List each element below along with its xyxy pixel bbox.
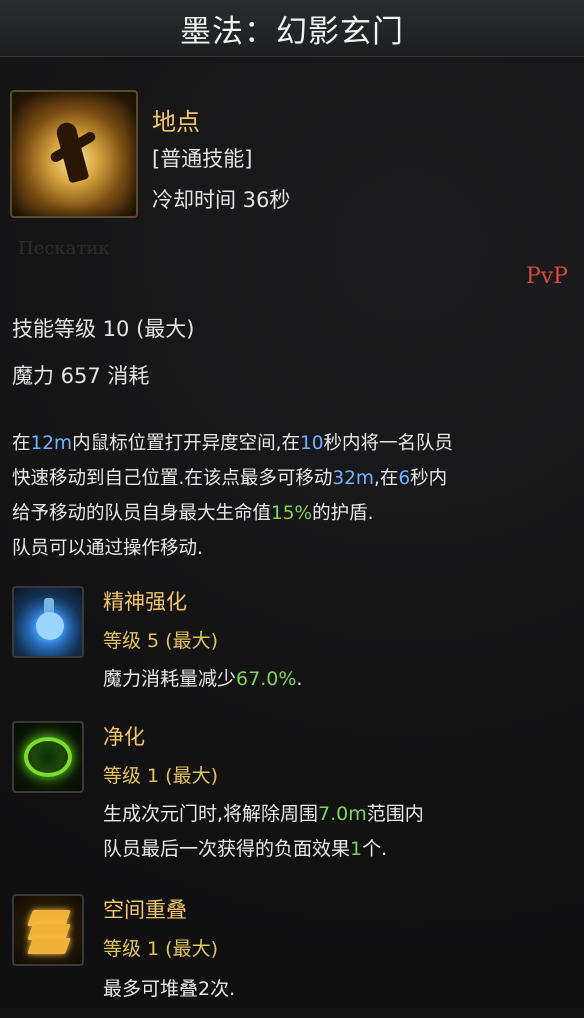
desc-text: 快速移动到自己位置.在该点最多可移动: [12, 468, 333, 489]
desc-text: 秒内: [410, 468, 448, 489]
tripod-description: 魔力消耗量减少67.0%.: [103, 662, 563, 697]
cooldown-text: 冷却时间 36秒: [152, 188, 291, 212]
desc-highlight-distance: 32m: [332, 468, 374, 489]
tripod-purify: 净化 等级 1 (最大) 生成次元门时,将解除周围7.0m范围内 队员最后一次获…: [0, 715, 584, 860]
desc-highlight-seconds: 10: [299, 433, 324, 454]
flask-body-shape: [36, 612, 64, 640]
tripod-desc-line-2: 队员最后一次获得的负面效果1个.: [103, 832, 563, 867]
tripod-level: 等级 1 (最大): [103, 938, 218, 960]
tripod-desc-highlight: 1: [350, 838, 363, 860]
mana-cost: 魔力 657 消耗: [12, 364, 150, 388]
desc-text: 在: [12, 433, 31, 454]
tripod-space-overlap: 空间重叠 等级 1 (最大) 最多可堆叠2次.: [0, 888, 584, 1018]
desc-line-4: 队员可以通过操作移动.: [12, 531, 572, 566]
tripod-desc-text: 魔力消耗量减少: [103, 668, 237, 690]
layer-shape: [27, 938, 71, 954]
tripod-name: 净化: [103, 725, 145, 749]
desc-text: ,在: [373, 468, 399, 489]
stacked-layers-icon: [12, 894, 84, 966]
desc-text: 内鼠标位置打开异度空间,在: [72, 433, 300, 454]
flask-icon: [12, 586, 84, 658]
skill-name: 地点: [152, 108, 200, 136]
tripod-level: 等级 5 (最大): [103, 630, 218, 652]
watermark-text: Пескатик: [18, 238, 110, 259]
desc-line-3: 给予移动的队员自身最大生命值15%的护盾.: [12, 496, 572, 531]
tripod-desc-line-1: 生成次元门时,将解除周围7.0m范围内: [103, 797, 563, 832]
desc-text: 秒内将一名队员: [323, 433, 454, 454]
tripod-description: 生成次元门时,将解除周围7.0m范围内 队员最后一次获得的负面效果1个.: [103, 797, 563, 867]
tripod-desc-text: 个.: [362, 838, 388, 860]
desc-highlight-shield: 15%: [271, 503, 313, 524]
tripod-desc-text: 生成次元门时,将解除周围: [103, 803, 319, 825]
tooltip-header: 墨法：幻影玄门: [0, 0, 584, 57]
pvp-tag: PvP: [525, 264, 568, 289]
ring-shape: [24, 737, 72, 777]
skill-description: 在12m内鼠标位置打开异度空间,在10秒内将一名队员 快速移动到自己位置.在该点…: [12, 426, 572, 566]
tripod-desc-highlight: 67.0%: [236, 668, 297, 690]
skill-portal-icon: [10, 90, 138, 218]
tripod-desc-highlight: 7.0m: [318, 803, 367, 825]
purify-ring-icon: [12, 721, 84, 793]
desc-highlight-range: 12m: [30, 433, 73, 454]
desc-highlight-duration: 6: [398, 468, 411, 489]
desc-line-1: 在12m内鼠标位置打开异度空间,在10秒内将一名队员: [12, 426, 572, 461]
tripod-desc-text: .: [296, 668, 303, 690]
skill-title: 墨法：幻影玄门: [180, 13, 404, 50]
desc-text: 队员可以通过操作移动.: [12, 538, 203, 559]
tripod-name: 空间重叠: [103, 898, 187, 922]
skill-level: 技能等级 10 (最大): [12, 317, 195, 341]
tripod-name: 精神强化: [103, 590, 187, 614]
skill-type: [普通技能]: [152, 147, 253, 171]
tripod-level: 等级 1 (最大): [103, 765, 218, 787]
tripod-desc-text: 范围内: [366, 803, 424, 825]
desc-text: 的护盾.: [312, 503, 374, 524]
desc-text: 给予移动的队员自身最大生命值: [12, 503, 272, 524]
tripod-description: 最多可堆叠2次.: [103, 978, 236, 1000]
desc-line-2: 快速移动到自己位置.在该点最多可移动32m,在6秒内: [12, 461, 572, 496]
tripod-spirit-enhance: 精神强化 等级 5 (最大) 魔力消耗量减少67.0%.: [0, 580, 584, 710]
tripod-desc-text: 队员最后一次获得的负面效果: [103, 838, 351, 860]
